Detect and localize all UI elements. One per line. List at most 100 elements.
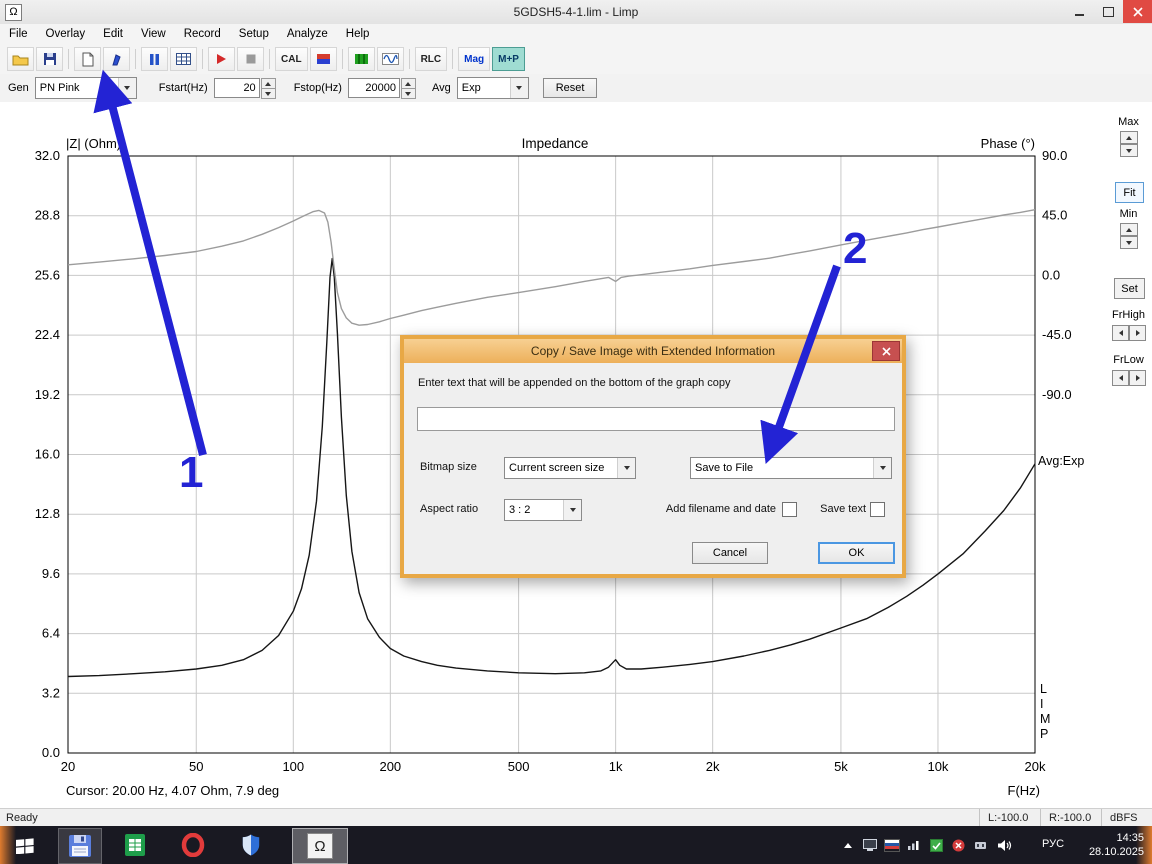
menu-overlay[interactable]: Overlay <box>37 26 95 42</box>
menu-analyze[interactable]: Analyze <box>278 26 337 42</box>
taskbar-opera-button[interactable] <box>172 828 214 862</box>
frlow-right-button[interactable] <box>1129 370 1146 386</box>
toolbar-separator <box>341 49 343 69</box>
red-blue-bars-icon <box>316 54 330 64</box>
maximize-button[interactable] <box>1094 0 1123 23</box>
taskbar-save-app-button[interactable] <box>58 828 102 864</box>
status-bar: Ready L:-100.0 R:-100.0 dBFS <box>0 808 1152 827</box>
copy-page-icon <box>82 52 93 66</box>
dialog-close-button[interactable] <box>872 341 900 361</box>
limp-app-icon: Ω <box>307 833 333 859</box>
dialog-title: Copy / Save Image with Extended Informat… <box>530 344 776 358</box>
open-folder-icon <box>12 55 29 66</box>
frhigh-right-button[interactable] <box>1129 325 1146 341</box>
left-tick-label: 12.8 <box>35 506 60 521</box>
generator-type-dropdown[interactable]: PN Pink <box>34 77 137 99</box>
avg-label: Avg <box>431 82 451 94</box>
max-label: Max <box>1118 116 1139 128</box>
cal-button[interactable]: CAL <box>275 47 308 71</box>
left-tick-label: 22.4 <box>35 327 60 342</box>
tray-red-badge-icon[interactable] <box>950 837 966 853</box>
close-button[interactable] <box>1123 0 1152 23</box>
bitmap-size-dropdown[interactable]: Current screen size <box>504 457 636 479</box>
dialog-instruction: Enter text that will be appended on the … <box>418 377 731 389</box>
menu-bar: File Overlay Edit View Record Setup Anal… <box>0 24 1152 45</box>
fstart-down-button[interactable] <box>260 88 276 99</box>
x-tick-label: 10k <box>927 759 948 774</box>
taskbar-limp-button[interactable]: Ω <box>292 828 348 864</box>
taskbar-clock[interactable]: 14:35 28.10.2025 <box>1089 831 1144 859</box>
frlow-left-button[interactable] <box>1112 370 1129 386</box>
right-tick-label: 90.0 <box>1042 148 1067 163</box>
ok-button[interactable]: OK <box>818 542 895 564</box>
green-sheet-icon <box>125 834 145 856</box>
start-button[interactable] <box>2 828 48 862</box>
max-up-button[interactable] <box>1120 131 1138 144</box>
scale-panel: Max Fit Min Set FrHigh FrLow <box>1105 102 1152 808</box>
copy-image-button[interactable] <box>74 47 101 71</box>
tray-flag-ru-icon[interactable] <box>884 837 900 853</box>
tray-usb-icon[interactable] <box>972 837 988 853</box>
min-down-button[interactable] <box>1120 236 1138 249</box>
mag-phase-button[interactable]: M+P <box>492 47 525 71</box>
save-destination-dropdown[interactable]: Save to File <box>690 457 892 479</box>
tray-monitor-icon[interactable] <box>862 837 878 853</box>
left-tick-label: 0.0 <box>42 745 60 760</box>
tray-green-status-icon[interactable] <box>928 837 944 853</box>
pause-button[interactable] <box>141 47 168 71</box>
fstart-input[interactable] <box>213 78 260 98</box>
dropdown-arrow-icon <box>617 458 635 478</box>
min-up-button[interactable] <box>1120 223 1138 236</box>
menu-file[interactable]: File <box>0 26 37 42</box>
measurement-toolbar: Gen PN Pink Fstart(Hz) Fstop(Hz) Avg Exp… <box>0 74 1152 103</box>
reset-button[interactable]: Reset <box>542 78 598 98</box>
save-text-checkbox[interactable] <box>870 502 885 517</box>
menu-edit[interactable]: Edit <box>94 26 132 42</box>
record-button[interactable] <box>208 47 235 71</box>
taskbar-defender-button[interactable] <box>230 828 272 862</box>
polarity-button[interactable] <box>309 47 337 71</box>
fstop-down-button[interactable] <box>400 88 416 99</box>
clock-date: 28.10.2025 <box>1088 846 1144 858</box>
menu-help[interactable]: Help <box>337 26 379 42</box>
left-tick-label: 25.6 <box>35 267 60 282</box>
menu-record[interactable]: Record <box>175 26 230 42</box>
cancel-button[interactable]: Cancel <box>692 542 768 564</box>
x-tick-label: 1k <box>609 759 623 774</box>
avg-dropdown[interactable]: Exp <box>456 77 529 99</box>
frhigh-left-button[interactable] <box>1112 325 1129 341</box>
status-units: dBFS <box>1101 809 1152 827</box>
minimize-button[interactable] <box>1065 0 1094 23</box>
left-tick-label: 28.8 <box>35 208 60 223</box>
fstop-label: Fstop(Hz) <box>293 82 342 94</box>
x-tick-label: 20 <box>61 759 75 774</box>
append-text-input[interactable] <box>417 407 895 431</box>
fit-button[interactable]: Fit <box>1115 182 1144 203</box>
rlc-button[interactable]: RLC <box>414 47 448 71</box>
signal-button[interactable] <box>376 47 404 71</box>
tray-volume-icon[interactable] <box>996 837 1012 853</box>
x-tick-label: 5k <box>834 759 848 774</box>
open-button[interactable] <box>7 47 34 71</box>
stop-button[interactable] <box>237 47 264 71</box>
dialog-title-bar[interactable]: Copy / Save Image with Extended Informat… <box>404 339 902 363</box>
table-button[interactable] <box>170 47 197 71</box>
set-button[interactable]: Set <box>1114 278 1145 299</box>
add-filename-date-checkbox[interactable] <box>782 502 797 517</box>
hidden-icons-button[interactable] <box>840 837 856 853</box>
menu-view[interactable]: View <box>132 26 175 42</box>
fstop-input[interactable] <box>347 78 400 98</box>
status-right-level: R:-100.0 <box>1040 809 1101 827</box>
generator-button[interactable] <box>347 47 375 71</box>
opera-icon <box>181 833 205 857</box>
menu-setup[interactable]: Setup <box>230 26 278 42</box>
clock-time: 14:35 <box>1116 832 1144 844</box>
language-indicator[interactable]: РУС <box>1042 838 1064 850</box>
mag-button[interactable]: Mag <box>458 47 491 71</box>
aspect-ratio-dropdown[interactable]: 3 : 2 <box>504 499 582 521</box>
overlay-button[interactable] <box>103 47 130 71</box>
taskbar-sheets-app-button[interactable] <box>114 828 156 862</box>
tray-network-icon[interactable] <box>906 837 922 853</box>
save-button[interactable] <box>36 47 63 71</box>
max-down-button[interactable] <box>1120 144 1138 157</box>
